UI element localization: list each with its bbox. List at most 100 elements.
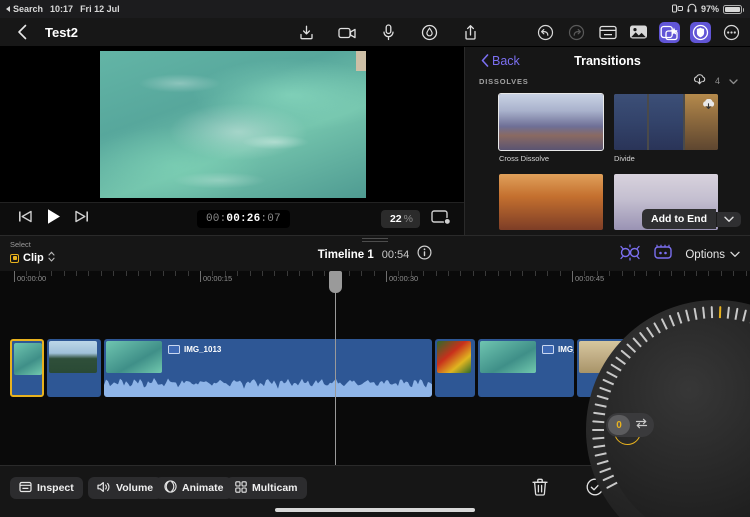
- skip-to-start-icon[interactable]: [18, 210, 33, 228]
- ruler-minor-tick: [113, 271, 114, 276]
- swap-icon[interactable]: [635, 416, 648, 434]
- ruler-minor-tick: [448, 271, 449, 276]
- viewer-area[interactable]: [0, 47, 464, 202]
- options-button[interactable]: Options: [685, 249, 740, 261]
- play-icon[interactable]: [46, 208, 61, 230]
- transition-thumbnail: [614, 94, 718, 150]
- redo-icon[interactable]: [566, 22, 587, 43]
- timeline-header: Select Clip Timeline 1 00:54 Options: [0, 235, 750, 271]
- status-bar: Search 10:17 Fri 12 Jul 97%: [0, 0, 750, 18]
- status-back-link[interactable]: Search: [6, 4, 43, 14]
- video-preview[interactable]: [100, 51, 366, 198]
- ruler-minor-tick: [721, 271, 722, 276]
- timeline-ruler[interactable]: 00:00:00 00:00:15 00:00:30 00:00:45: [0, 271, 750, 297]
- timeline-clip[interactable]: [10, 339, 44, 397]
- more-icon[interactable]: [721, 22, 742, 43]
- transition-thumbnail: [499, 174, 603, 230]
- undo-icon[interactable]: [535, 22, 556, 43]
- cloud-download-icon[interactable]: [702, 97, 715, 115]
- timeline-track[interactable]: IMG_1013IMG_1011DSC_4348: [10, 339, 685, 397]
- ruler-minor-tick: [163, 271, 164, 276]
- ruler-major-tick: [572, 271, 573, 282]
- inspect-label: Inspect: [37, 482, 74, 494]
- video-editor-app: Search 10:17 Fri 12 Jul 97% Test2 00:00:…: [0, 0, 750, 517]
- chevron-down-icon[interactable]: [729, 72, 738, 90]
- ruler-minor-tick: [126, 271, 127, 276]
- ruler-major-tick: [386, 271, 387, 282]
- timecode-main: 00:26: [226, 213, 261, 225]
- skip-to-end-icon[interactable]: [74, 210, 89, 228]
- transition-label: Divide: [614, 154, 635, 163]
- ruler-minor-tick: [76, 271, 77, 276]
- ruler-label: 00:00:00: [17, 274, 47, 283]
- magic-enhance-icon[interactable]: [619, 244, 641, 266]
- section-header-dissolves: DISSOLVES 4: [465, 74, 750, 88]
- transport-controls: [0, 208, 89, 230]
- ruler-minor-tick: [696, 271, 697, 276]
- transition-item-cross-dissolve[interactable]: Cross Dissolve: [498, 93, 604, 163]
- video-camera-icon[interactable]: [337, 22, 358, 43]
- multicam-icon: [235, 480, 247, 496]
- ruler-minor-tick: [150, 271, 151, 276]
- clip-name: IMG_1013: [168, 345, 221, 354]
- timeline-clip[interactable]: IMG_1013: [104, 339, 432, 397]
- clip-thumbnail: [480, 341, 536, 373]
- playhead[interactable]: [329, 271, 342, 465]
- cloud-download-icon[interactable]: [693, 72, 706, 90]
- inspect-button[interactable]: Inspect: [10, 477, 83, 499]
- timecode-display[interactable]: 00:00:26:07: [197, 210, 290, 228]
- volume-label: Volume: [116, 482, 154, 494]
- ruler-minor-tick: [560, 271, 561, 276]
- ruler-minor-tick: [274, 271, 275, 276]
- back-triangle-icon: [6, 6, 10, 12]
- microphone-icon[interactable]: [378, 22, 399, 43]
- ruler-minor-tick: [262, 271, 263, 276]
- status-back-label: Search: [13, 4, 44, 14]
- fit-to-screen-icon[interactable]: [431, 209, 451, 230]
- ruler-minor-tick: [436, 271, 437, 276]
- transition-item-3[interactable]: [499, 174, 603, 230]
- add-to-end-button[interactable]: Add to End: [642, 209, 716, 229]
- transitions-browser-panel: Back Transitions DISSOLVES 4 Cross Disso…: [464, 47, 750, 235]
- media-icon[interactable]: [628, 22, 649, 43]
- panel-back-button[interactable]: Back: [465, 54, 520, 68]
- playhead-handle[interactable]: [329, 271, 342, 293]
- add-to-end-chevron-down-icon[interactable]: [716, 211, 741, 227]
- info-circle-icon[interactable]: [417, 245, 432, 265]
- panel-grabber[interactable]: [362, 238, 388, 242]
- skim-knob[interactable]: 0: [608, 415, 630, 435]
- chevron-left-icon[interactable]: [12, 22, 33, 43]
- ruler-minor-tick: [175, 271, 176, 276]
- effects-icon[interactable]: [690, 21, 711, 43]
- transition-item-divide[interactable]: Divide: [614, 94, 718, 163]
- timecode-suffix: :07: [260, 213, 281, 225]
- timeline-clip[interactable]: IMG_1011: [478, 339, 574, 397]
- volume-button[interactable]: Volume: [88, 477, 163, 499]
- import-icon[interactable]: [296, 22, 317, 43]
- transitions-icon[interactable]: [659, 21, 680, 43]
- zoom-level-display[interactable]: 22%: [380, 210, 420, 228]
- timeline-clip[interactable]: [47, 339, 101, 397]
- preview-corner-detail: [356, 51, 366, 71]
- inspect-icon: [19, 481, 32, 496]
- skimming-toggle[interactable]: 0: [606, 413, 654, 437]
- share-icon[interactable]: [460, 22, 481, 43]
- ruler-label: 00:00:15: [203, 274, 233, 283]
- playback-bar: 00:00:26:07 22%: [0, 202, 464, 235]
- transition-label: Cross Dissolve: [499, 154, 550, 163]
- trash-icon[interactable]: [532, 478, 548, 501]
- animate-button[interactable]: Animate: [155, 477, 233, 499]
- voiceover-icon[interactable]: [419, 22, 440, 43]
- clip-filmstrip-icon[interactable]: [653, 244, 673, 266]
- timeline-clip[interactable]: [435, 339, 475, 397]
- photo-icon: [168, 345, 180, 354]
- home-indicator: [275, 508, 475, 512]
- clip-name-label: IMG_1011: [558, 345, 574, 354]
- multicam-button[interactable]: Multicam: [226, 477, 307, 499]
- section-title: DISSOLVES: [479, 76, 529, 86]
- top-toolbar: Test2: [0, 18, 750, 47]
- headphones-icon: [687, 3, 697, 15]
- ruler-label: 00:00:45: [575, 274, 605, 283]
- animate-icon: [164, 480, 177, 496]
- titles-icon[interactable]: [597, 22, 618, 43]
